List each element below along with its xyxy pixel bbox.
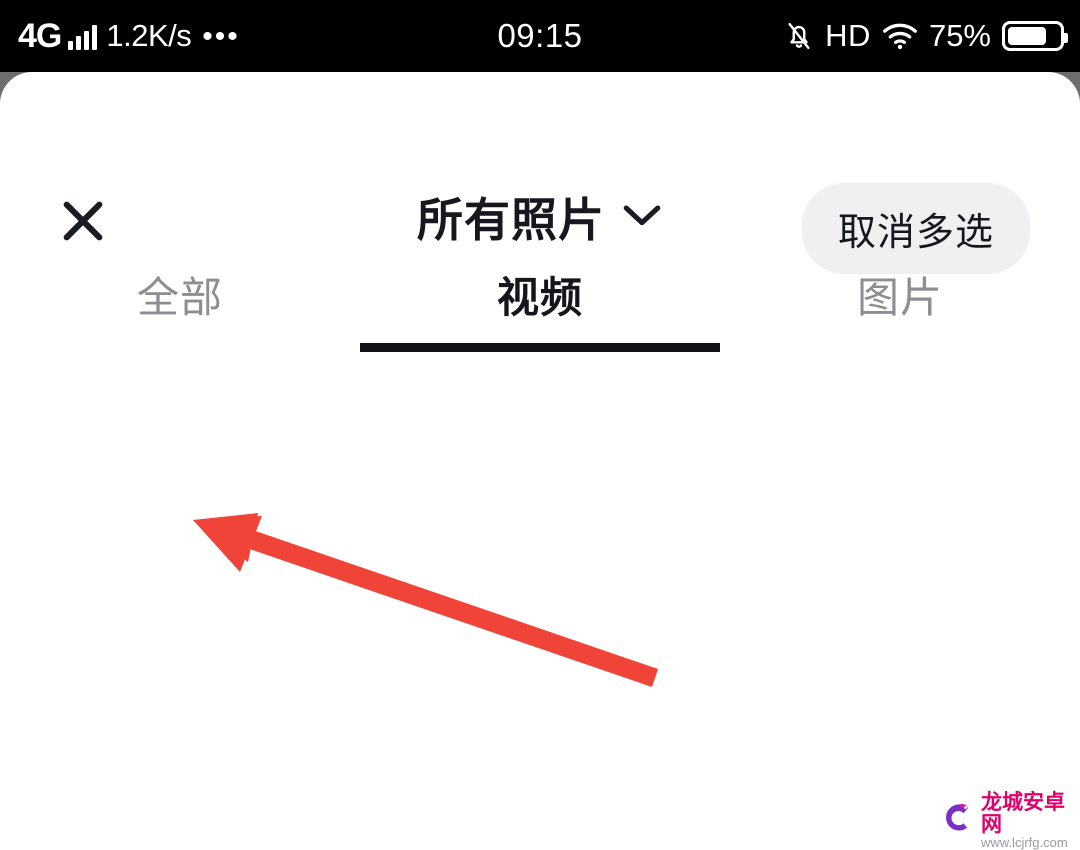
site-watermark: 龙城安卓网 www.lcjrfg.com [928, 792, 1080, 850]
sheet-header: 所有照片 取消多选 [0, 72, 1080, 274]
watermark-url: www.lcjrfg.com [981, 835, 1068, 850]
active-tab-indicator [360, 343, 720, 352]
dragon-logo-icon [938, 799, 976, 844]
bell-muted-icon [784, 19, 814, 53]
status-bar-right: HD 75% [784, 18, 1068, 54]
page-title: 所有照片 [417, 194, 605, 246]
watermark-site-name: 龙城安卓网 [981, 791, 1065, 837]
status-bar: 4G 1.2K/s ••• 09:15 HD 75% [0, 0, 1080, 72]
chevron-down-icon [621, 200, 663, 235]
hd-label: HD [825, 18, 871, 53]
wifi-icon [882, 22, 918, 50]
tab-all[interactable]: 全部 [0, 242, 360, 347]
photo-picker-sheet: 所有照片 取消多选 全部 视频 图片 [0, 72, 1080, 850]
tab-video[interactable]: 视频 [360, 242, 720, 347]
battery-icon [1002, 21, 1068, 51]
filter-tabs: 全部 视频 图片 [0, 242, 1080, 347]
battery-percent-label: 75% [928, 18, 991, 53]
tab-image[interactable]: 图片 [720, 242, 1080, 347]
